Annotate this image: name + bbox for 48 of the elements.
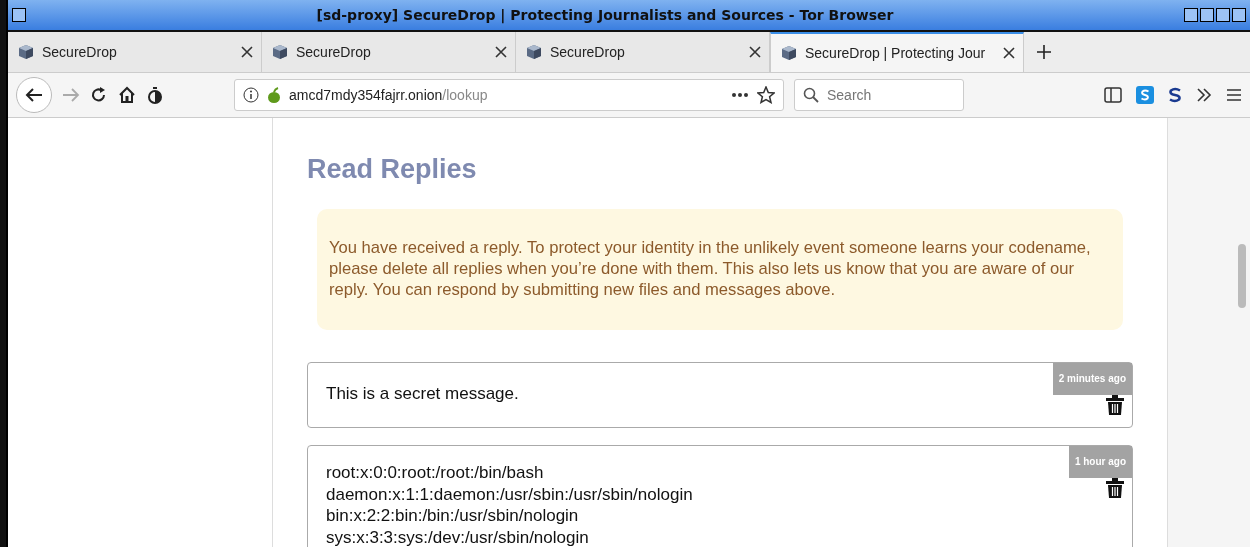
window-title: [sd-proxy] SecureDrop | Protecting Journalists and Sources - Tor Browser: [315, 7, 895, 23]
shade-button[interactable]: [1184, 8, 1198, 22]
minimize-button[interactable]: [1200, 8, 1214, 22]
address-bar[interactable]: amcd7mdy354fajrr.onion/lookup: [234, 79, 784, 111]
cube-icon: [272, 44, 288, 60]
close-button[interactable]: [1232, 8, 1246, 22]
page-heading: Read Replies: [307, 154, 478, 185]
search-icon: [803, 87, 819, 103]
message-line: sys:x:3:3:sys:/dev:/usr/sbin/nologin: [326, 526, 590, 547]
menu-icon[interactable]: [1226, 88, 1242, 102]
onion-icon[interactable]: [146, 86, 164, 104]
trash-icon[interactable]: [1106, 478, 1124, 498]
notice-text: You have received a reply. To protect your identity in the unlikely event someone learns your codename, please delete all replies when you’re done with them. This also lets us know that you are aware of our reply. You can respond by submitting new files and messages above.: [317, 209, 1123, 330]
cube-icon: [781, 45, 797, 61]
new-tab-icon[interactable]: [1036, 44, 1052, 60]
maximize-button[interactable]: [1216, 8, 1230, 22]
close-icon[interactable]: [1003, 47, 1015, 59]
close-icon[interactable]: [241, 46, 253, 58]
more-icon[interactable]: [731, 92, 749, 98]
message-line: bin:x:2:2:bin:/bin:/usr/sbin/nologin: [326, 505, 580, 527]
trash-icon[interactable]: [1106, 395, 1124, 415]
search-field[interactable]: Search: [794, 79, 964, 111]
scrollbar-thumb[interactable]: [1238, 244, 1246, 308]
cube-icon: [18, 44, 34, 60]
browser-tab[interactable]: SecureDrop: [262, 32, 516, 72]
onion-icon: [267, 87, 281, 103]
close-icon[interactable]: [495, 46, 507, 58]
reload-icon[interactable]: [90, 86, 108, 104]
browser-tab[interactable]: SecureDrop | Protecting Jour: [770, 32, 1024, 72]
close-icon[interactable]: [749, 46, 761, 58]
back-button[interactable]: [16, 77, 52, 113]
browser-tab[interactable]: SecureDrop: [8, 32, 262, 72]
overflow-chevron-icon[interactable]: [1196, 88, 1212, 102]
timestamp: 2 minutes ago: [1052, 363, 1132, 395]
cube-icon: [526, 44, 542, 60]
info-icon: [243, 87, 259, 103]
s-letter-icon[interactable]: [1168, 87, 1182, 103]
url-text: amcd7mdy354fajrr.onion/lookup: [289, 87, 489, 103]
star-icon[interactable]: [757, 86, 775, 104]
browser-tab[interactable]: SecureDrop: [516, 32, 770, 72]
message-line: This is a secret message.: [326, 383, 520, 405]
back-arrow-icon: [25, 87, 43, 103]
timestamp: 1 hour ago: [1068, 446, 1132, 478]
window-menu-button[interactable]: [12, 8, 26, 22]
sidebar-icon[interactable]: [1104, 87, 1122, 103]
home-icon[interactable]: [118, 86, 136, 104]
message-line: daemon:x:1:1:daemon:/usr/sbin:/usr/sbin/nologin: [326, 483, 694, 505]
s-badge-icon[interactable]: [1136, 86, 1154, 104]
